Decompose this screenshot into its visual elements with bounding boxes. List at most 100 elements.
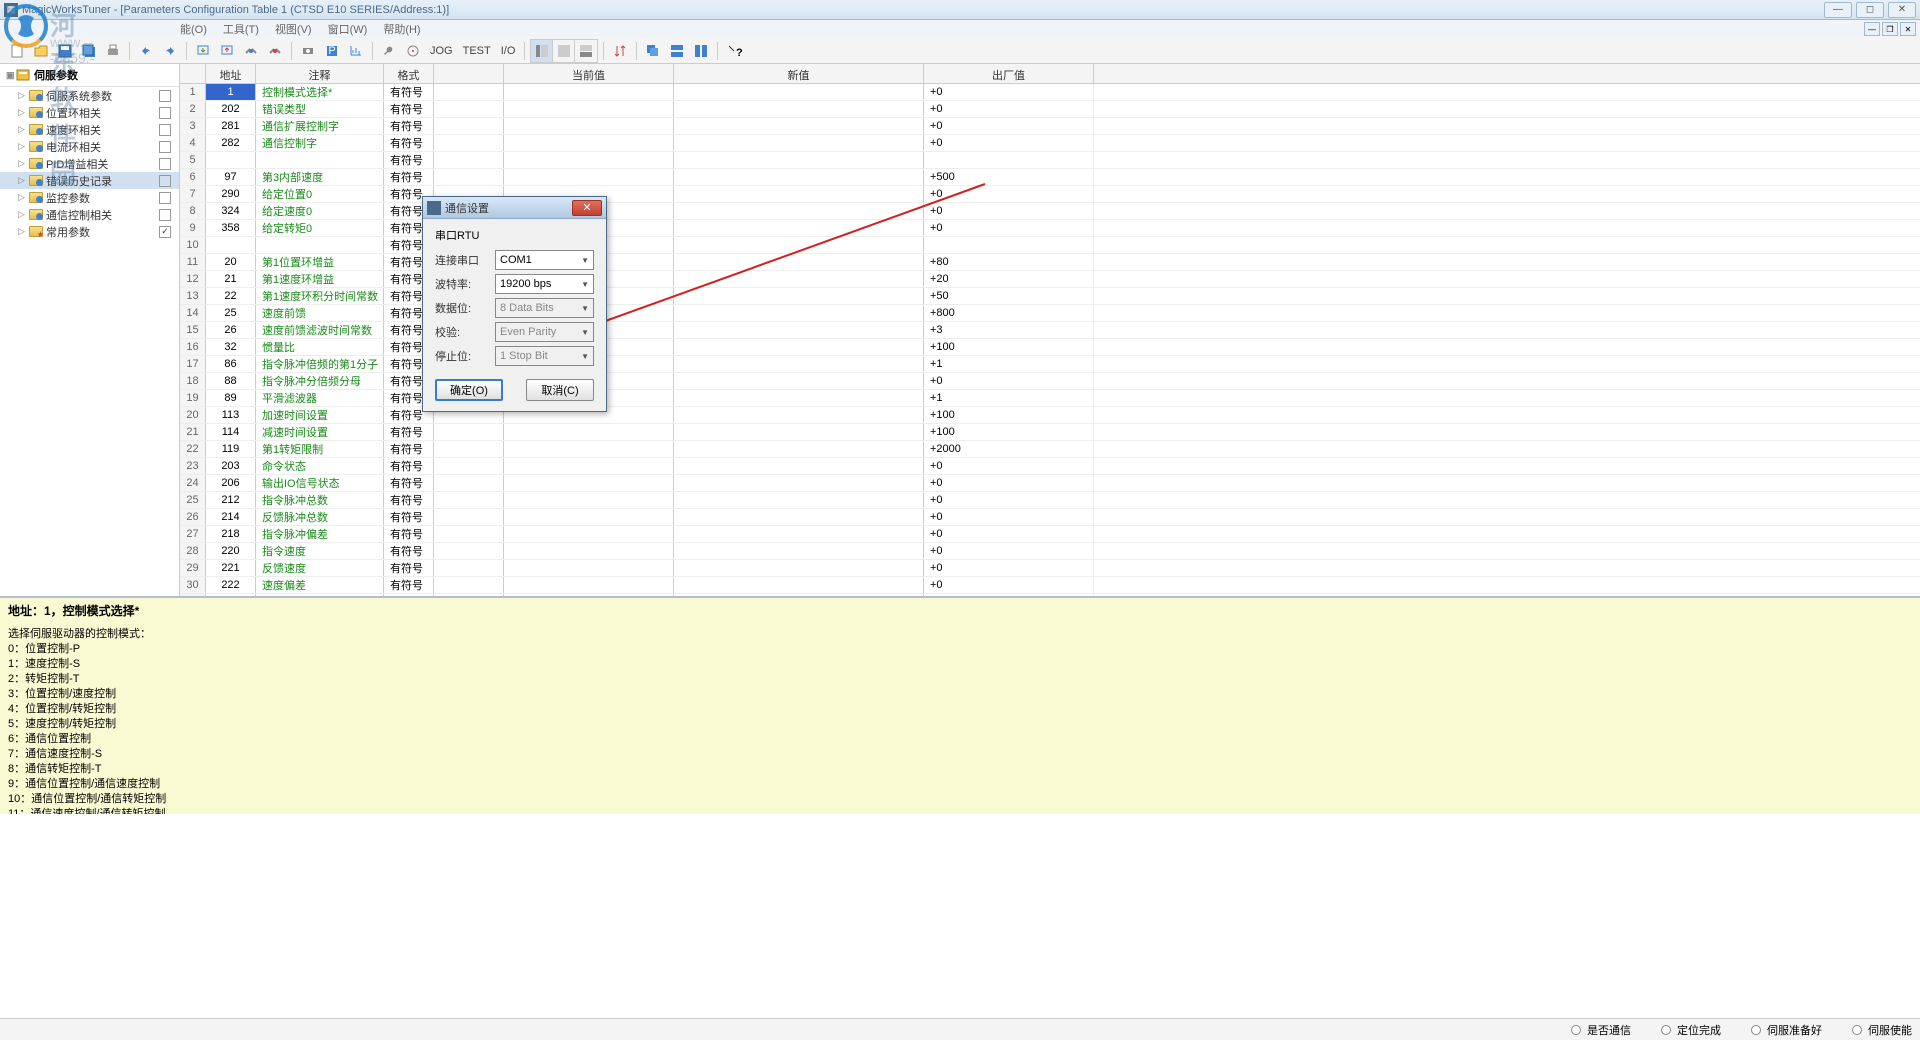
dialog-field: 停止位: 1 Stop Bit▼ bbox=[435, 345, 594, 367]
mdi-close-button[interactable]: ✕ bbox=[1900, 22, 1916, 36]
minimize-button[interactable]: — bbox=[1824, 2, 1852, 18]
table-row[interactable]: 27 218 指令脉冲偏差 有符号 +0 bbox=[180, 526, 1920, 543]
table-row[interactable]: 21 114 减速时间设置 有符号 +100 bbox=[180, 424, 1920, 441]
desc-line: 8：通信转矩控制-T bbox=[8, 762, 1912, 777]
table-header: 地址 注释 格式 当前值 新值 出厂值 bbox=[180, 64, 1920, 84]
maximize-button[interactable]: ◻ bbox=[1856, 2, 1884, 18]
tb-save-icon[interactable] bbox=[54, 40, 76, 62]
table-row[interactable]: 30 222 速度偏差 有符号 +0 bbox=[180, 577, 1920, 594]
tb-view2-icon[interactable] bbox=[553, 40, 575, 62]
tb-servo-icon[interactable] bbox=[297, 40, 319, 62]
dialog-field: 波特率: 19200 bps▼ bbox=[435, 273, 594, 295]
table-row[interactable]: 31 223 转矩指令 有符号 +0 bbox=[180, 594, 1920, 596]
tb-sort-icon[interactable] bbox=[609, 40, 631, 62]
tb-new-icon[interactable] bbox=[6, 40, 28, 62]
menu-item[interactable]: 工具(T) bbox=[223, 21, 259, 37]
ok-button[interactable]: 确定(O) bbox=[435, 379, 503, 401]
svg-text:?: ? bbox=[736, 47, 742, 59]
tb-print-icon[interactable] bbox=[102, 40, 124, 62]
tree-item[interactable]: ▷ 监控参数 bbox=[0, 189, 179, 206]
table-row[interactable]: 23 203 命令状态 有符号 +0 bbox=[180, 458, 1920, 475]
table-row[interactable]: 24 206 输出IO信号状态 有符号 +0 bbox=[180, 475, 1920, 492]
table-row[interactable]: 6 97 第3内部速度 有符号 +500 bbox=[180, 169, 1920, 186]
table-row[interactable]: 4 282 通信控制字 有符号 +0 bbox=[180, 135, 1920, 152]
status-enable: 伺服使能 bbox=[1852, 1022, 1912, 1038]
dialog-titlebar[interactable]: 通信设置 ✕ bbox=[423, 197, 606, 219]
dialog-select: Even Parity▼ bbox=[495, 322, 594, 342]
tree-item[interactable]: ▷ PID增益相关 bbox=[0, 155, 179, 172]
dialog-section-label: 串口RTU bbox=[435, 227, 594, 243]
dialog-field: 校验: Even Parity▼ bbox=[435, 321, 594, 343]
table-row[interactable]: 28 220 指令速度 有符号 +0 bbox=[180, 543, 1920, 560]
tb-chart-icon[interactable] bbox=[345, 40, 367, 62]
close-button[interactable]: ✕ bbox=[1888, 2, 1916, 18]
menubar: 能(O) 工具(T) 视图(V) 窗口(W) 帮助(H) bbox=[0, 20, 1920, 38]
tb-download-icon[interactable] bbox=[192, 40, 214, 62]
menu-item[interactable]: 视图(V) bbox=[275, 21, 312, 37]
tb-param-icon[interactable]: P bbox=[321, 40, 343, 62]
tb-undo-icon[interactable] bbox=[135, 40, 157, 62]
desc-line: 2：转矩控制-T bbox=[8, 672, 1912, 687]
desc-line: 5：速度控制/转矩控制 bbox=[8, 717, 1912, 732]
menu-item[interactable]: 能(O) bbox=[180, 21, 207, 37]
table-row[interactable]: 3 281 通信扩展控制字 有符号 +0 bbox=[180, 118, 1920, 135]
menu-item[interactable]: 帮助(H) bbox=[383, 21, 420, 37]
tb-tile-v-icon[interactable] bbox=[690, 40, 712, 62]
tb-view1-icon[interactable] bbox=[531, 40, 553, 62]
tb-wrench-icon[interactable] bbox=[378, 40, 400, 62]
mdi-min-button[interactable]: — bbox=[1864, 22, 1880, 36]
tb-open-icon[interactable] bbox=[30, 40, 52, 62]
app-icon: ▦ bbox=[4, 3, 18, 17]
table-row[interactable]: 5 有符号 bbox=[180, 152, 1920, 169]
dialog-field: 连接串口 COM1▼ bbox=[435, 249, 594, 271]
tree-item[interactable]: ▷ 伺服系统参数 bbox=[0, 87, 179, 104]
tree-item[interactable]: ▷ 错误历史记录 bbox=[0, 172, 179, 189]
tb-help-icon[interactable]: ? bbox=[723, 40, 745, 62]
toolbar: P JOG TEST I/O ? bbox=[0, 38, 1920, 64]
dialog-select: 1 Stop Bit▼ bbox=[495, 346, 594, 366]
mdi-restore-button[interactable]: ❐ bbox=[1882, 22, 1898, 36]
desc-line: 7：通信速度控制-S bbox=[8, 747, 1912, 762]
tb-jog-button[interactable]: JOG bbox=[426, 45, 457, 57]
tb-upload-icon[interactable] bbox=[216, 40, 238, 62]
table-row[interactable]: 29 221 反馈速度 有符号 +0 bbox=[180, 560, 1920, 577]
desc-line: 10：通信位置控制/通信转矩控制 bbox=[8, 792, 1912, 807]
tree-root[interactable]: ▣ 伺服参数 bbox=[0, 64, 179, 87]
status-comm: 是否通信 bbox=[1571, 1022, 1631, 1038]
table-row[interactable]: 1 1 控制模式选择* 有符号 +0 bbox=[180, 84, 1920, 101]
dialog-select[interactable]: 19200 bps▼ bbox=[495, 274, 594, 294]
tb-tile-h-icon[interactable] bbox=[666, 40, 688, 62]
tree-item[interactable]: ▷ 常用参数 ✓ bbox=[0, 223, 179, 240]
tb-test-button[interactable]: TEST bbox=[459, 45, 495, 57]
tb-saveall-icon[interactable] bbox=[78, 40, 100, 62]
table-row[interactable]: 22 119 第1转矩限制 有符号 +2000 bbox=[180, 441, 1920, 458]
tb-view3-icon[interactable] bbox=[575, 40, 597, 62]
desc-line: 选择伺服驱动器的控制模式： bbox=[8, 627, 1912, 642]
menu-item[interactable]: 窗口(W) bbox=[328, 21, 368, 37]
desc-line: 0：位置控制-P bbox=[8, 642, 1912, 657]
statusbar: 是否通信 定位完成 伺服准备好 伺服使能 bbox=[0, 1018, 1920, 1040]
tb-cascade-icon[interactable] bbox=[642, 40, 664, 62]
sidebar-tree: ▣ 伺服参数 ▷ 伺服系统参数 ▷ 位置环相关 ▷ 速度环相关 ▷ 电流环相关 … bbox=[0, 64, 180, 596]
dialog-close-button[interactable]: ✕ bbox=[572, 200, 602, 216]
desc-line: 9：通信位置控制/通信速度控制 bbox=[8, 777, 1912, 792]
dialog-select[interactable]: COM1▼ bbox=[495, 250, 594, 270]
table-row[interactable]: 2 202 错误类型 有符号 +0 bbox=[180, 101, 1920, 118]
tree-item[interactable]: ▷ 电流环相关 bbox=[0, 138, 179, 155]
tree-item[interactable]: ▷ 位置环相关 bbox=[0, 104, 179, 121]
table-row[interactable]: 25 212 指令脉冲总数 有符号 +0 bbox=[180, 492, 1920, 509]
tb-io-button[interactable]: I/O bbox=[497, 45, 520, 57]
tree-item[interactable]: ▷ 速度环相关 bbox=[0, 121, 179, 138]
titlebar: ▦ MagicWorksTuner - [Parameters Configur… bbox=[0, 0, 1920, 20]
tree-item[interactable]: ▷ 通信控制相关 bbox=[0, 206, 179, 223]
status-position: 定位完成 bbox=[1661, 1022, 1721, 1038]
tb-disconnect-icon[interactable] bbox=[264, 40, 286, 62]
desc-line: 6：通信位置控制 bbox=[8, 732, 1912, 747]
tb-connect-icon[interactable] bbox=[240, 40, 262, 62]
table-row[interactable]: 26 214 反馈脉冲总数 有符号 +0 bbox=[180, 509, 1920, 526]
desc-line: 1：速度控制-S bbox=[8, 657, 1912, 672]
dialog-icon bbox=[427, 201, 441, 215]
tb-scope-icon[interactable] bbox=[402, 40, 424, 62]
tb-redo-icon[interactable] bbox=[159, 40, 181, 62]
cancel-button[interactable]: 取消(C) bbox=[526, 379, 594, 401]
